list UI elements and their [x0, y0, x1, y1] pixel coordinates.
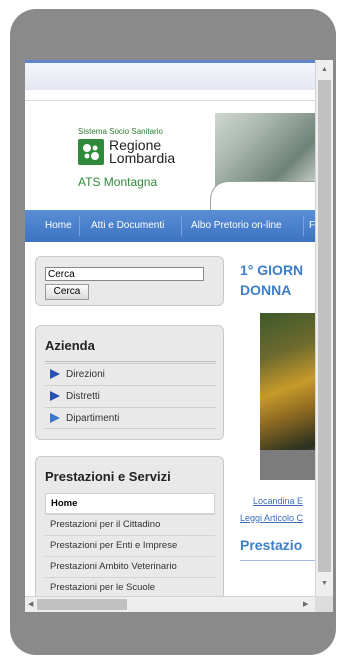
menu-item-direzioni[interactable]: Direzioni: [45, 363, 216, 385]
search-input[interactable]: Cerca: [45, 267, 204, 281]
azienda-title: Azienda: [45, 338, 95, 353]
section-title: Prestazio: [240, 537, 303, 553]
nav-separator: [303, 216, 304, 236]
page-viewport[interactable]: Sistema Socio Sanitario Regione Lombardi…: [25, 60, 315, 596]
prestazioni-title: Prestazioni e Servizi: [45, 469, 171, 484]
lombardia-logo-icon[interactable]: [78, 139, 104, 165]
scroll-right-icon[interactable]: ▶: [303, 601, 308, 609]
menu-item-label: Dipartimenti: [66, 413, 120, 424]
arrow-right-icon: [50, 391, 60, 402]
arrow-right-icon: [50, 369, 60, 380]
nav-item-atti[interactable]: Atti e Documenti: [91, 210, 164, 242]
arrow-right-icon: [50, 413, 60, 424]
search-box: Cerca Cerca: [35, 256, 224, 306]
azienda-divider: [45, 361, 216, 362]
prestazioni-box: Prestazioni e Servizi Home Prestazioni p…: [35, 456, 224, 596]
nav-separator: [181, 216, 182, 236]
locandina-link[interactable]: Locandina E: [253, 496, 303, 506]
list-item-home[interactable]: Home: [45, 493, 215, 514]
scroll-left-icon[interactable]: ◀: [28, 601, 33, 609]
list-item-scuole[interactable]: Prestazioni per le Scuole: [45, 577, 215, 596]
menu-item-label: Distretti: [66, 391, 100, 402]
site-header: Sistema Socio Sanitario Regione Lombardi…: [25, 100, 315, 222]
top-bar: [25, 60, 315, 90]
horizontal-scrollbar[interactable]: ◀ ▶: [25, 596, 315, 612]
vertical-scrollbar[interactable]: ▲ ▼: [315, 60, 333, 596]
news-headline[interactable]: 1° GIORN DONNA: [240, 260, 303, 300]
nav-separator: [79, 216, 80, 236]
scrollbar-corner: [315, 596, 333, 612]
azienda-box: Azienda Direzioni Distretti Dipartimenti: [35, 325, 224, 440]
scroll-down-icon[interactable]: ▼: [321, 580, 328, 588]
logo-agency-name: ATS Montagna: [78, 175, 158, 189]
section-divider: [240, 560, 315, 561]
news-photo[interactable]: [260, 313, 315, 480]
nav-item-home[interactable]: Home: [45, 210, 72, 242]
photo-road: [260, 450, 315, 480]
logo-region-name: Regione Lombardia: [109, 137, 176, 166]
nav-item-albo[interactable]: Albo Pretorio on-line: [191, 210, 282, 242]
list-item-veterinario[interactable]: Prestazioni Ambito Veterinario: [45, 556, 215, 577]
list-item-enti-imprese[interactable]: Prestazioni per Enti e Imprese: [45, 535, 215, 556]
menu-item-dipartimenti[interactable]: Dipartimenti: [45, 407, 216, 429]
horizontal-scroll-thumb[interactable]: [37, 599, 127, 610]
main-nav: Home Atti e Documenti Albo Pretorio on-l…: [25, 210, 315, 242]
scroll-up-icon[interactable]: ▲: [321, 66, 328, 74]
list-item-cittadino[interactable]: Prestazioni per il Cittadino: [45, 514, 215, 535]
menu-item-distretti[interactable]: Distretti: [45, 385, 216, 407]
logo-subtitle: Sistema Socio Sanitario: [78, 127, 163, 136]
browser-screen: Sistema Socio Sanitario Regione Lombardi…: [25, 60, 333, 612]
vertical-scroll-thumb[interactable]: [318, 80, 331, 572]
leggi-articolo-link[interactable]: Leggi Articolo C: [240, 513, 303, 523]
search-button[interactable]: Cerca: [45, 284, 89, 300]
menu-item-label: Direzioni: [66, 369, 105, 380]
